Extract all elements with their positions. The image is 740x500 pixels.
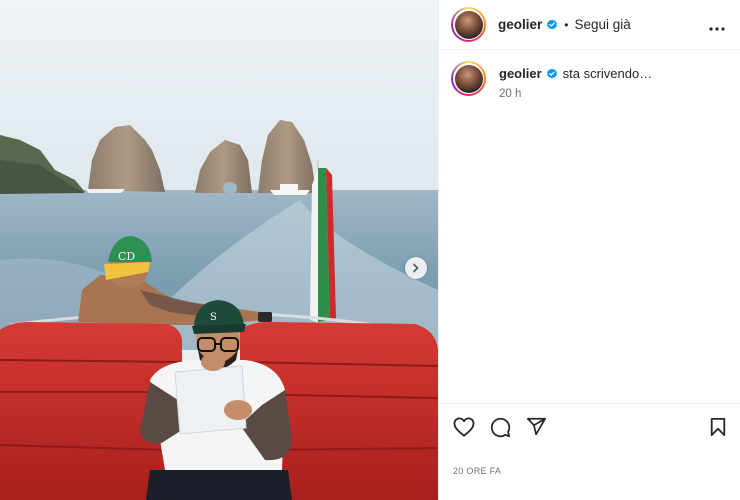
save-button[interactable]: [709, 417, 727, 442]
boat-photo-illustration: CD S: [0, 0, 438, 500]
post-side-panel: geolier • Segui già geolier sta scrivend…: [438, 0, 740, 500]
comment-button[interactable]: [490, 417, 511, 443]
post-photo[interactable]: CD S: [0, 0, 438, 500]
verified-badge-icon: [546, 68, 558, 80]
verified-badge-icon: [546, 19, 558, 31]
share-button[interactable]: [526, 417, 547, 441]
chevron-right-icon: [413, 263, 419, 273]
follow-status-button[interactable]: Segui già: [574, 17, 630, 32]
comment-icon: [490, 417, 511, 438]
instagram-post: CD S geolier • Segui già geolier sta scr…: [0, 0, 740, 500]
separator-dot: •: [564, 17, 569, 32]
more-options-icon: [709, 27, 725, 31]
next-photo-button[interactable]: [405, 257, 427, 279]
heart-icon: [453, 417, 475, 437]
post-date[interactable]: 20 ORE FA: [453, 466, 501, 476]
caption-username[interactable]: geolier: [499, 66, 542, 81]
bookmark-icon: [710, 418, 726, 436]
caption-body: geolier sta scrivendo… 20 h: [499, 60, 652, 100]
post-header: geolier • Segui già: [439, 0, 740, 50]
author-username[interactable]: geolier: [498, 17, 542, 32]
svg-text:S: S: [210, 312, 217, 323]
more-options-button[interactable]: [705, 14, 729, 40]
post-actions-bar: [439, 403, 740, 453]
like-button[interactable]: [453, 417, 475, 442]
share-icon: [527, 417, 546, 436]
caption-line: geolier sta scrivendo…: [499, 66, 652, 81]
caption-comment: geolier sta scrivendo… 20 h: [451, 60, 731, 100]
caption-avatar[interactable]: [451, 61, 486, 96]
caption-time[interactable]: 20 h: [499, 88, 652, 100]
svg-text:CD: CD: [118, 250, 135, 263]
author-avatar[interactable]: [451, 7, 486, 42]
caption-text: sta scrivendo…: [562, 66, 653, 81]
